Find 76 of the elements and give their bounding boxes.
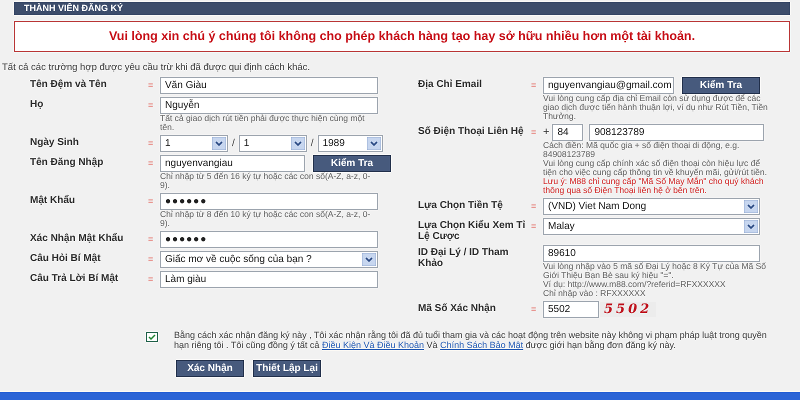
dropdown-arrow-icon xyxy=(744,220,758,233)
required-mark: = xyxy=(148,234,154,244)
password-field[interactable]: ●●●●●● xyxy=(160,231,378,248)
required-mark: = xyxy=(148,158,154,168)
field-hint: Lưu ý: M88 chỉ cung cấp "Mã Số May Mắn" cho quý khách thông qua số Điện Thoại liên hệ ở bên trên. xyxy=(543,177,765,195)
confirm-button[interactable]: Xác Nhận xyxy=(176,360,244,377)
input-field[interactable]: nguyenvangiau@gmail.com xyxy=(543,77,674,94)
date-separator: / xyxy=(310,137,314,151)
field-label: Số Điện Thoại Liên Hệ xyxy=(418,125,525,139)
captcha-image: 5502 xyxy=(600,302,656,317)
dropdown-arrow-icon xyxy=(366,137,381,150)
required-mark: = xyxy=(531,80,536,90)
field-hint: Cách điền: Mã quốc gia + số điện thoại di động, e.g. 84908123789 xyxy=(543,141,740,159)
section-title: THÀNH VIÊN ĐĂNG KÝ xyxy=(24,2,124,15)
agree-checkbox[interactable] xyxy=(146,332,158,342)
field-label: Tên Đệm và Tên xyxy=(30,78,108,92)
privacy-link[interactable]: Chính Sách Bảo Mật xyxy=(440,340,524,350)
input-field[interactable]: 5502 xyxy=(543,301,599,318)
required-mark: = xyxy=(148,138,154,148)
field-hint: Chỉ nhập từ 8 đến 10 ký tự hoặc các con số(A-Z, a-z, 0-9). xyxy=(160,210,372,228)
field-hint: Tất cả giao dịch rút tiền phải được thực hiện cùng một tên. xyxy=(160,114,366,132)
field-hint: Ví dụ: http://www.m88.com/?referid=RFXXXXXX xyxy=(543,280,727,289)
required-mark: = xyxy=(148,274,154,284)
select-field[interactable]: Giấc mơ về cuộc sống của bạn ? xyxy=(160,251,378,268)
terms-link[interactable]: Điều Kiện Và Điều Khoản xyxy=(322,340,424,350)
field-label: Tên Đăng Nhập xyxy=(30,156,104,170)
required-mark: = xyxy=(148,254,154,264)
check-button[interactable]: Kiểm Tra xyxy=(313,155,391,172)
field-hint: Vui lòng nhập vào 5 mã số Đại Lý hoặc 8 Ký Tự của Mã Số Giới Thiệu Bạn Bè sau ký hiệu "=". xyxy=(543,262,768,280)
plus-sign: + xyxy=(543,125,550,140)
country-code-field[interactable]: 84 xyxy=(552,124,584,141)
field-label: Mật Khẩu xyxy=(30,194,76,208)
input-field[interactable]: Văn Giàu xyxy=(160,77,378,94)
agreement-text: Bằng cách xác nhận đăng ký này , Tôi xác nhận rằng tôi đã đủ tuổi tham gia và các hoạt động trên website này không vi phạm pháp luật trong quyền hạn riêng tôi . Tôi cũng đồng ý tất cả Điều Kiện Và Điều Khoản Và Chính Sách Bảo Mật được giới hạn bằng đơn đăng ký này. xyxy=(174,330,768,350)
check-icon xyxy=(148,334,156,340)
field-label: ID Đại Lý / ID Tham Khảo xyxy=(418,246,510,271)
input-field[interactable]: nguyenvangiau xyxy=(160,155,305,172)
field-hint: Vui lòng cung cấp chính xác số điện thoại còn hiệu lực để tiện cho việc cung cấp thông tin về khuyến mãi, gửi/rút tiền. xyxy=(543,159,768,177)
select-field[interactable]: Malay xyxy=(543,218,760,235)
field-label: Câu Trả Lời Bí Mật xyxy=(30,272,120,286)
required-mark: = xyxy=(531,304,536,314)
input-field[interactable]: Nguyễn xyxy=(160,97,378,114)
field-hint: Chỉ nhập từ 5 đến 16 ký tự hoặc các con số(A-Z, a-z, 0-9). xyxy=(160,172,372,190)
field-label: Họ xyxy=(30,98,44,112)
dropdown-arrow-icon xyxy=(362,253,376,266)
password-field[interactable]: ●●●●●● xyxy=(160,193,378,210)
required-mark: = xyxy=(148,80,154,90)
input-field[interactable]: Làm giàu xyxy=(160,271,378,288)
required-mark: = xyxy=(148,196,154,206)
required-mark: = xyxy=(531,221,536,231)
check-button[interactable]: Kiểm Tra xyxy=(682,77,760,94)
required-mark: = xyxy=(148,100,154,110)
notice-text: Vui lòng xin chú ý chúng tôi không cho phép khách hàng tạo hay sở hữu nhiều hơn một tài khoản. xyxy=(108,28,696,46)
field-label: Ngày Sinh xyxy=(30,136,80,150)
dropdown-arrow-icon xyxy=(290,137,305,150)
select-field[interactable]: 1989 xyxy=(318,135,383,152)
reset-button[interactable]: Thiết Lập Lại xyxy=(253,360,321,377)
phone-field[interactable]: 908123789 xyxy=(589,124,764,141)
field-label: Xác Nhận Mật Khẩu xyxy=(30,232,124,246)
field-label: Câu Hỏi Bí Mật xyxy=(30,252,102,266)
dropdown-arrow-icon xyxy=(744,200,758,213)
date-separator: / xyxy=(232,137,235,151)
field-hint: Vui lòng cung cấp địa chỉ Email còn sử dụng được để các giao dịch được tiến hành thuận lợi, ví dụ như Rút Tiền, Tiền Thưởng. xyxy=(543,94,768,121)
required-mark: = xyxy=(531,127,536,137)
field-hint: Chỉ nhập vào : RFXXXXXX xyxy=(543,289,646,298)
input-field[interactable]: 89610 xyxy=(543,245,760,262)
select-field[interactable]: (VND) Viet Nam Dong xyxy=(543,198,760,215)
field-label: Lựa Chọn Tiền Tệ xyxy=(418,199,504,213)
intro-text: Tất cả các trường hợp được yêu cầu trừ khi đã được qui định cách khác. xyxy=(2,62,312,73)
dropdown-arrow-icon xyxy=(212,137,226,150)
field-label: Mã Số Xác Nhận xyxy=(418,302,497,316)
required-mark: = xyxy=(531,201,536,211)
field-label: Địa Chỉ Email xyxy=(418,78,483,92)
select-field[interactable]: 1 xyxy=(160,135,228,152)
select-field[interactable]: 1 xyxy=(238,135,307,152)
field-label: Lựa Chọn Kiểu Xem Tỉ Lệ Cược xyxy=(418,218,526,242)
